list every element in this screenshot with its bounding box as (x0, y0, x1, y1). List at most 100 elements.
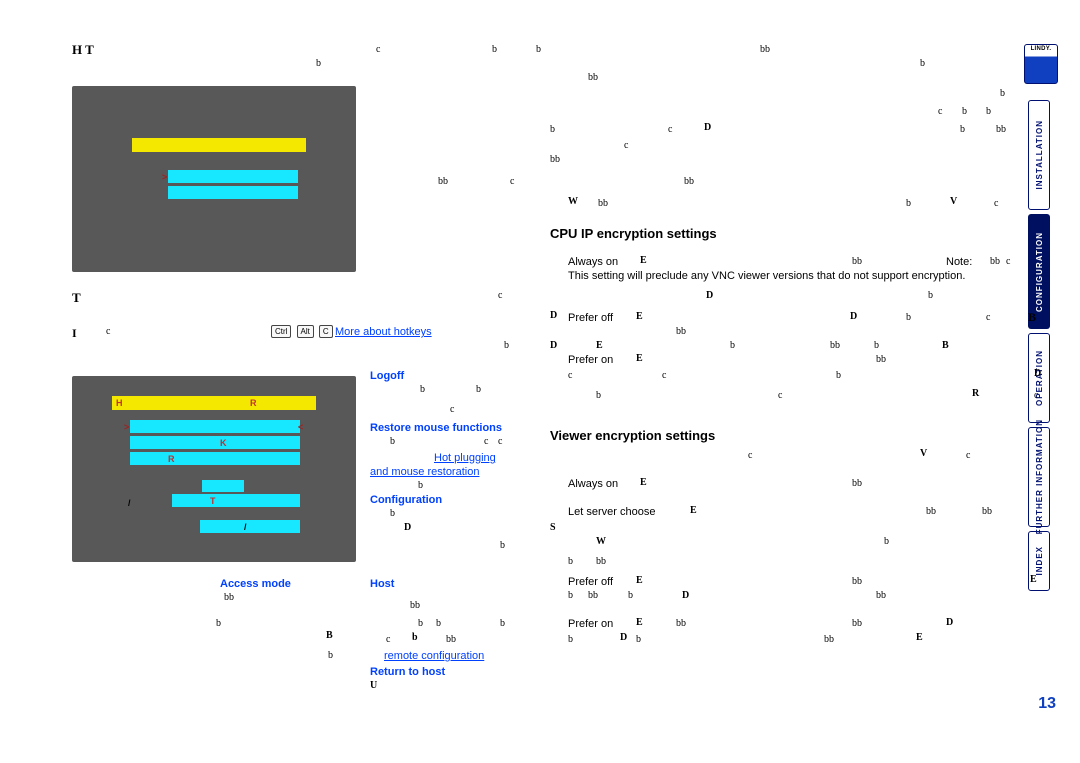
stray-glyph: bb (684, 176, 694, 187)
stray-glyph: E (636, 575, 643, 586)
stray-glyph: B (326, 630, 333, 641)
cpu-prefer-off-label: Prefer off (568, 312, 613, 326)
viewer-always-on-label: Always on (568, 478, 618, 492)
stray-glyph: b (730, 340, 735, 351)
stray-glyph: b (390, 508, 395, 519)
stray-glyph: bb (830, 340, 840, 351)
stray-glyph: c (1006, 256, 1010, 267)
stray-glyph: bb (588, 72, 598, 83)
cpu-ip-encryption-heading: CPU IP encryption settings (550, 226, 717, 242)
viewer-encryption-heading: Viewer encryption settings (550, 428, 715, 444)
stray-glyph: bb (598, 198, 608, 209)
page-number: 13 (1038, 695, 1056, 713)
mouse-restoration-link[interactable]: and mouse restoration (370, 466, 479, 480)
stray-glyph: B (942, 340, 949, 351)
stray-glyph: c (510, 176, 514, 187)
stray-glyph: D (404, 522, 411, 533)
remote-config-link[interactable]: remote configuration (384, 650, 484, 664)
stray-glyph: R (972, 388, 979, 399)
stray-glyph: c (748, 450, 752, 461)
cpu-prefer-on-label: Prefer on (568, 354, 613, 368)
section-letter-T: T (72, 290, 81, 306)
stray-glyph: bb (824, 634, 834, 645)
stray-glyph: bb (588, 590, 598, 601)
stray-glyph: b (328, 650, 333, 661)
stray-glyph: c (986, 312, 990, 323)
stray-glyph: D (620, 632, 627, 643)
stray-glyph: b (568, 634, 573, 645)
stray-glyph: bb (876, 590, 886, 601)
stray-glyph: b (550, 124, 555, 135)
stray-glyph: b (1000, 88, 1005, 99)
stray-glyph: bb (852, 478, 862, 489)
tab-further-info[interactable]: FURTHER INFORMATION (1028, 427, 1050, 527)
stray-glyph: E (640, 255, 647, 266)
cpu-always-on-note: This setting will preclude any VNC viewe… (568, 270, 1008, 284)
stray-glyph: b (884, 536, 889, 547)
tab-installation[interactable]: INSTALLATION (1028, 100, 1050, 210)
side-nav: INSTALLATION CONFIGURATION OPERATION FUR… (1028, 100, 1056, 595)
menu-access-mode: Access mode (220, 578, 291, 592)
stray-glyph: b (906, 198, 911, 209)
stray-glyph: U (370, 680, 377, 691)
stray-glyph: bb (876, 354, 886, 365)
hotkey-sequence: Ctrl Alt C (270, 325, 334, 339)
stray-glyph: D (850, 311, 857, 322)
stray-glyph: D (706, 290, 713, 301)
stray-glyph: bb (676, 618, 686, 629)
stray-glyph: c (662, 370, 666, 381)
stray-glyph: c (386, 634, 390, 645)
stray-glyph: E (636, 353, 643, 364)
stray-glyph: E (596, 340, 603, 351)
cpu-always-on-label: Always on (568, 256, 618, 270)
stray-glyph: b (920, 58, 925, 69)
stray-glyph: b (500, 618, 505, 629)
menu-logoff: Logoff (370, 370, 404, 384)
stray-glyph: c (966, 450, 970, 461)
stray-glyph: bb (676, 326, 686, 337)
stray-glyph: bb (438, 176, 448, 187)
stray-glyph: b (412, 632, 418, 643)
stray-glyph: c (624, 140, 628, 151)
stray-glyph: b (536, 44, 541, 55)
stray-glyph: c (450, 404, 454, 415)
stray-glyph: bb (410, 600, 420, 611)
stray-glyph: D (1034, 368, 1041, 379)
note-label: Note: (946, 256, 972, 270)
stray-glyph: b (420, 384, 425, 395)
stray-glyph: b (500, 540, 505, 551)
menu-restore-mouse: Restore mouse functions (370, 422, 502, 436)
stray-glyph: c (668, 124, 672, 135)
stray-glyph: c (106, 326, 110, 337)
stray-glyph: D (550, 310, 557, 321)
stray-glyph: E (690, 505, 697, 516)
local-login-screenshot: > (72, 86, 356, 272)
section-heading-initials: H T (72, 42, 94, 58)
stray-glyph: V (920, 448, 927, 459)
stray-glyph: bb (852, 256, 862, 267)
stray-glyph: b (568, 556, 573, 567)
stray-glyph: b (418, 480, 423, 491)
stray-glyph: bb (852, 576, 862, 587)
stray-glyph: b (504, 340, 509, 351)
stray-glyph: b (492, 44, 497, 55)
stray-glyph: bb (926, 506, 936, 517)
stray-glyph: c (568, 370, 572, 381)
stray-glyph: bb (760, 44, 770, 55)
stray-glyph: bb (990, 256, 1000, 267)
stray-glyph: b (928, 290, 933, 301)
more-about-hotkeys-link[interactable]: More about hotkeys (335, 326, 432, 340)
stray-glyph: b (418, 618, 423, 629)
stray-glyph: b (636, 634, 641, 645)
stray-glyph: c (994, 198, 998, 209)
stray-glyph: E (636, 311, 643, 322)
viewer-prefer-on-label: Prefer on (568, 618, 613, 632)
stray-glyph: b (960, 124, 965, 135)
stray-glyph: D (550, 340, 557, 351)
stray-glyph: b (874, 340, 879, 351)
hot-plugging-link[interactable]: Hot plugging (434, 452, 496, 466)
stray-glyph: c (376, 44, 380, 55)
stray-glyph: b (962, 106, 967, 117)
stray-glyph: c (938, 106, 942, 117)
stray-glyph: b (568, 590, 573, 601)
